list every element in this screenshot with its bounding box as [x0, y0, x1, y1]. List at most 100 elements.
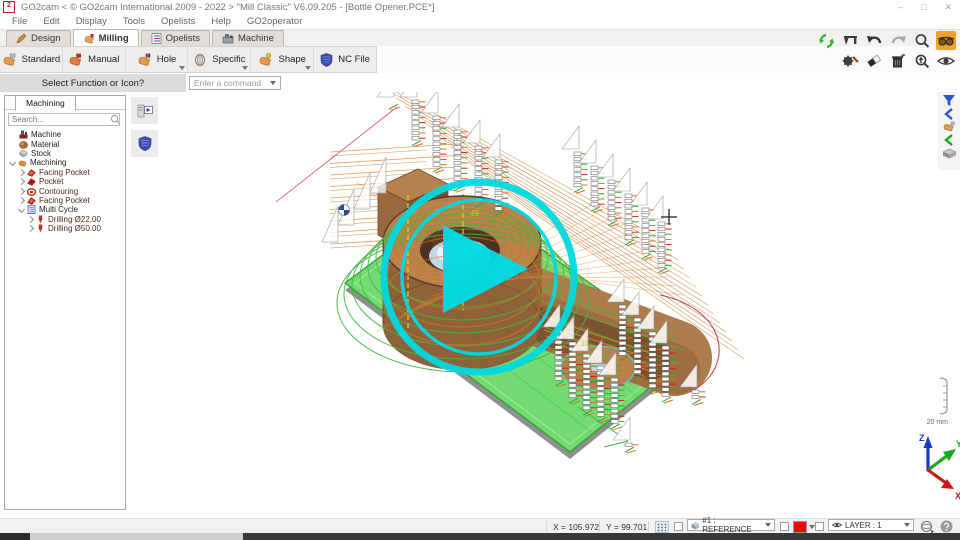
- viewport-canvas[interactable]: 49 27 20 mm Z: [126, 92, 960, 516]
- reference-checkbox[interactable]: [674, 519, 683, 534]
- facing-pocket-op-icon: [27, 168, 36, 177]
- go2cam-window: 2 GO2cam < © GO2cam International 2009 -…: [0, 0, 960, 540]
- tree-item-drilling-22[interactable]: Drilling Ø22.00: [5, 215, 125, 224]
- shape-cycles-button[interactable]: Shape: [251, 47, 314, 72]
- standard-cycles-button[interactable]: Standard: [0, 47, 63, 72]
- hole-hand-icon: [137, 53, 152, 67]
- reference-cube-icon: [691, 521, 699, 530]
- search-icon: [110, 114, 119, 125]
- tree-item-material[interactable]: Material: [5, 139, 125, 148]
- tree-item-contouring[interactable]: Contouring: [5, 186, 125, 195]
- measure-caliper-icon[interactable]: [840, 31, 860, 50]
- expander-open-icon[interactable]: [9, 159, 16, 166]
- command-placeholder: Enter a command: [194, 78, 261, 88]
- menu-display[interactable]: Display: [68, 16, 115, 27]
- specific-cycles-button[interactable]: Specific: [188, 47, 251, 72]
- close-button[interactable]: ✕: [944, 2, 952, 13]
- tab-milling[interactable]: Milling: [73, 29, 139, 46]
- machine-node-icon: [19, 130, 28, 139]
- hole-cycles-button[interactable]: Hole: [126, 47, 189, 72]
- chevron-left-green-icon[interactable]: [943, 134, 955, 146]
- tree-item-drilling-50[interactable]: Drilling Ø50.00: [5, 224, 125, 233]
- minimize-button[interactable]: –: [898, 2, 903, 12]
- tree-item-facing-pocket-2[interactable]: Facing Pocket: [5, 196, 125, 205]
- visibility-eye-icon[interactable]: [936, 51, 956, 70]
- specific-label: Specific: [212, 54, 245, 65]
- command-combobox[interactable]: Enter a command: [189, 76, 281, 90]
- machining-node-icon: [18, 158, 27, 167]
- tree-item-machining[interactable]: Machining: [5, 158, 125, 167]
- color-checkbox[interactable]: [780, 519, 789, 534]
- simulation-tools-icon[interactable]: [840, 51, 860, 70]
- grid-toggle-button[interactable]: [655, 519, 669, 534]
- tab-machine[interactable]: Machine: [212, 30, 284, 46]
- eraser-icon[interactable]: [864, 51, 884, 70]
- machining-tree: Machine Material Stock Machining Facing …: [5, 130, 125, 233]
- menu-edit[interactable]: Edit: [35, 16, 67, 27]
- menu-opelists[interactable]: Opelists: [153, 16, 203, 27]
- expander-closed-icon[interactable]: [18, 197, 25, 204]
- specific-dropdown-arrow[interactable]: [242, 66, 248, 70]
- scale-ruler: 20 mm: [927, 378, 949, 426]
- reference-dropdown-arrow[interactable]: [765, 523, 771, 527]
- filter-icon[interactable]: [942, 94, 956, 107]
- nc-file-button[interactable]: NC File: [314, 47, 376, 72]
- tab-opelists[interactable]: Opelists: [141, 30, 210, 46]
- manual-cycles-button[interactable]: Manual: [63, 47, 126, 72]
- view-glasses-icon[interactable]: [936, 31, 956, 50]
- maximize-button[interactable]: □: [921, 2, 926, 12]
- layer-dropdown-arrow[interactable]: [904, 523, 910, 527]
- menu-file[interactable]: File: [4, 16, 35, 27]
- tree-item-machine[interactable]: Machine: [5, 130, 125, 139]
- design-pencil-icon: [16, 33, 27, 44]
- color-swatch-picker[interactable]: [793, 519, 815, 534]
- tab-opelists-label: Opelists: [166, 33, 200, 44]
- reference-selector[interactable]: #1 : REFERENCE: [687, 519, 775, 531]
- shape-dropdown-arrow[interactable]: [305, 66, 311, 70]
- menu-help[interactable]: Help: [203, 16, 239, 27]
- tree-search-box[interactable]: [8, 113, 120, 126]
- undo-icon[interactable]: [864, 31, 884, 50]
- expander-open-icon[interactable]: [18, 206, 25, 213]
- stock-box-icon[interactable]: [942, 147, 957, 159]
- manual-label: Manual: [88, 54, 119, 65]
- expander-closed-icon[interactable]: [18, 178, 25, 185]
- zoom-extents-icon[interactable]: [912, 51, 932, 70]
- hole-dropdown-arrow[interactable]: [179, 66, 185, 70]
- command-dropdown-arrow[interactable]: [270, 81, 276, 85]
- expander-closed-icon[interactable]: [27, 225, 34, 232]
- tree-item-facing-pocket-1[interactable]: Facing Pocket: [5, 168, 125, 177]
- menu-tools[interactable]: Tools: [115, 16, 153, 27]
- expander-closed-icon[interactable]: [18, 187, 25, 194]
- tree-item-pocket[interactable]: Pocket: [5, 177, 125, 186]
- zoom-search-icon[interactable]: [912, 31, 932, 50]
- standard-hand-icon: [2, 53, 17, 67]
- menu-go2operator[interactable]: GO2operator: [239, 16, 310, 27]
- layer-selector[interactable]: LAYER : 1: [828, 519, 914, 531]
- quick-access-row-1: [816, 31, 956, 50]
- scale-label: 20 mm: [927, 419, 949, 426]
- regenerate-icon[interactable]: [816, 31, 836, 50]
- chevron-left-blue-icon[interactable]: [943, 108, 955, 120]
- tree-item-stock[interactable]: Stock: [5, 149, 125, 158]
- tree-item-multi-cycle[interactable]: Multi Cycle: [5, 205, 125, 214]
- dim-label-49: 49: [470, 209, 479, 218]
- nc-file-shield-icon: [320, 53, 333, 67]
- delete-operations-icon[interactable]: [888, 51, 908, 70]
- view-orientation-button[interactable]: [920, 519, 934, 534]
- layer-checkbox[interactable]: [815, 519, 824, 534]
- video-progress-bar[interactable]: [0, 533, 960, 540]
- dim-label-27: 27: [581, 341, 589, 348]
- shape-label: Shape: [278, 54, 305, 65]
- tree-search-input[interactable]: [9, 114, 110, 125]
- help-button[interactable]: [940, 519, 953, 534]
- current-color-swatch[interactable]: [793, 521, 807, 533]
- expander-closed-icon[interactable]: [27, 216, 34, 223]
- hand-tool-icon[interactable]: [942, 121, 957, 133]
- redo-icon[interactable]: [888, 31, 908, 50]
- panel-tab-machining[interactable]: Machining: [15, 95, 76, 111]
- tab-design[interactable]: Design: [6, 30, 71, 46]
- expander-closed-icon[interactable]: [18, 169, 25, 176]
- axis-z-label: Z: [919, 433, 925, 443]
- specific-coil-icon: [193, 53, 207, 67]
